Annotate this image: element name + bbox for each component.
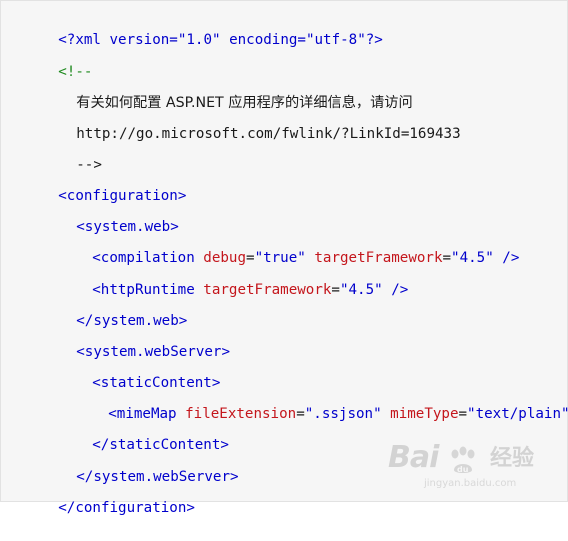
mimemap-type-attr: mimeType: [390, 406, 459, 422]
httpruntime-framework-attr: targetFramework: [203, 282, 332, 298]
code-line-configuration-close: </configuration>: [7, 475, 195, 516]
compilation-framework-value: "4.5": [451, 250, 494, 266]
code-line-staticcontent-close: </staticContent>: [41, 412, 229, 453]
code-line-system-web-open: <system.web>: [25, 194, 179, 235]
code-line-configuration-open: <configuration>: [7, 163, 186, 204]
code-line-staticcontent-open: <staticContent>: [41, 350, 220, 391]
code-line-mimemap: <mimeMap fileExtension=".ssjson" mimeTyp…: [108, 406, 568, 422]
mimemap-type-value: "text/plain": [467, 406, 568, 422]
code-line-comment-open: <!--: [7, 39, 92, 80]
code-line-system-webserver-open: <system.webServer>: [25, 319, 230, 360]
comment-url: http://go.microsoft.com/fwlink/?LinkId=1…: [76, 126, 461, 142]
code-line-compilation: <compilation debug="true" targetFramewor…: [92, 250, 520, 266]
code-line-httpruntime: <httpRuntime targetFramework="4.5" />: [92, 282, 409, 298]
mimemap-extension-value: ".ssjson": [304, 406, 382, 422]
code-line-comment-url: http://go.microsoft.com/fwlink/?LinkId=1…: [25, 101, 460, 142]
httpruntime-close: />: [391, 282, 409, 298]
httpruntime-framework-value: "4.5": [339, 282, 383, 298]
code-line-comment-text: 有关如何配置 ASP.NET 应用程序的详细信息，请访问: [25, 70, 412, 111]
configuration-close-tag: </configuration>: [58, 500, 195, 516]
code-panel: <?xml version="1.0" encoding="utf-8"?> <…: [0, 0, 568, 516]
compilation-close: />: [502, 250, 520, 266]
xml-declaration: <?xml version="1.0" encoding="utf-8"?>: [58, 32, 383, 48]
code-line-system-webserver-close: </system.webServer>: [25, 444, 238, 485]
code-line-comment-close: -->: [25, 132, 102, 173]
code-line-system-web-close: </system.web>: [25, 288, 187, 329]
code-line-xml-declaration: <?xml version="1.0" encoding="utf-8"?>: [7, 7, 383, 48]
